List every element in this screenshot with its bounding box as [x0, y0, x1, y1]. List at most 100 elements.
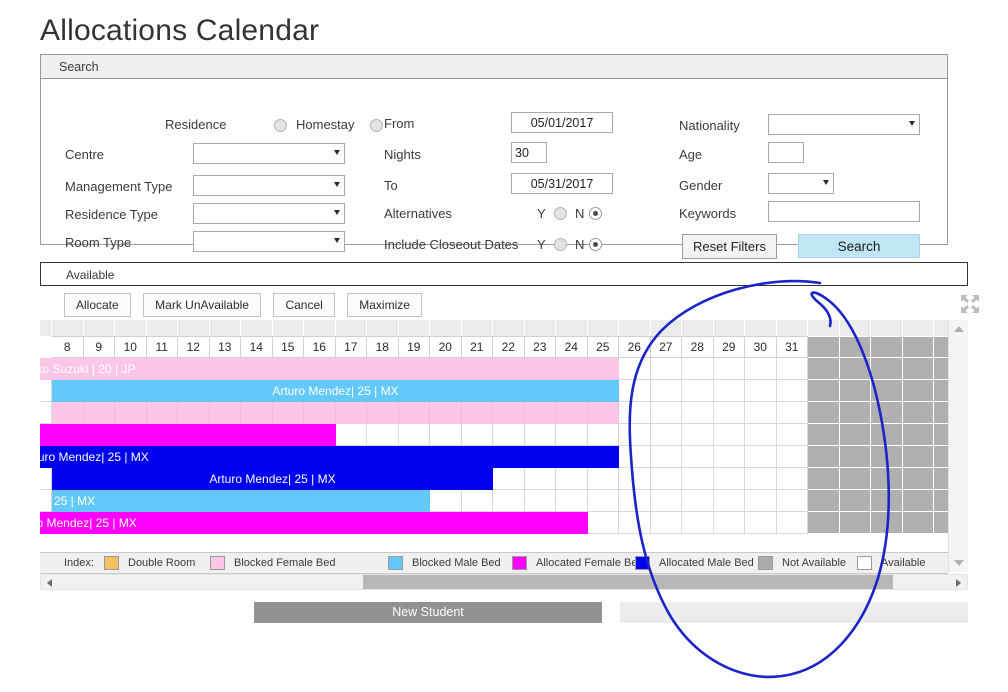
- calendar-cell[interactable]: [713, 402, 745, 424]
- calendar-blocked-segment[interactable]: [461, 402, 493, 424]
- calendar-day-header[interactable]: 21: [461, 336, 493, 358]
- calendar-cell[interactable]: [713, 424, 745, 446]
- calendar-cell[interactable]: [493, 490, 525, 512]
- calendar-cell[interactable]: [713, 468, 745, 490]
- calendar-cell[interactable]: [398, 424, 430, 446]
- calendar-cell[interactable]: [587, 468, 619, 490]
- calendar-day-header[interactable]: 18: [367, 336, 399, 358]
- to-date-input[interactable]: [511, 173, 613, 194]
- calendar-cell[interactable]: [682, 380, 714, 402]
- calendar-day-header[interactable]: 9: [83, 336, 115, 358]
- calendar-cell[interactable]: [587, 512, 619, 534]
- calendar-cell[interactable]: [556, 490, 588, 512]
- calendar-cell[interactable]: [713, 446, 745, 468]
- from-date-input[interactable]: [511, 112, 613, 133]
- alternatives-yes-radio[interactable]: [554, 207, 567, 220]
- allocate-button[interactable]: Allocate: [64, 293, 131, 317]
- room-type-select[interactable]: [193, 231, 345, 252]
- calendar-cell[interactable]: [745, 424, 777, 446]
- calendar-blocked-segment[interactable]: [335, 402, 367, 424]
- calendar-cell[interactable]: [776, 402, 808, 424]
- calendar-blocked-segment[interactable]: [493, 402, 525, 424]
- calendar-day-header[interactable]: 10: [115, 336, 147, 358]
- calendar-cell[interactable]: [682, 402, 714, 424]
- calendar-cell[interactable]: [556, 424, 588, 446]
- homestay-radio[interactable]: [370, 119, 383, 132]
- calendar-cell[interactable]: [335, 424, 367, 446]
- closeout-yes-radio[interactable]: [554, 238, 567, 251]
- calendar-blocked-segment[interactable]: [556, 402, 588, 424]
- calendar-cell[interactable]: [587, 490, 619, 512]
- calendar-cell[interactable]: [745, 402, 777, 424]
- allocation-bar[interactable]: turo Mendez| 25 | MX: [40, 512, 588, 534]
- allocation-bar[interactable]: Arturo Mendez| 25 | MX: [40, 446, 619, 468]
- calendar-cell[interactable]: [619, 358, 651, 380]
- calendar-cell[interactable]: [650, 380, 682, 402]
- allocation-bar[interactable]: X: [40, 424, 336, 446]
- calendar-blocked-segment[interactable]: [587, 402, 619, 424]
- calendar-day-header[interactable]: 23: [524, 336, 556, 358]
- calendar-cell[interactable]: [776, 358, 808, 380]
- calendar-cell[interactable]: [430, 424, 462, 446]
- calendar-blocked-segment[interactable]: [272, 402, 304, 424]
- calendar-cell[interactable]: [430, 490, 462, 512]
- calendar-blocked-segment[interactable]: [524, 402, 556, 424]
- management-type-select[interactable]: [193, 175, 345, 196]
- expand-arrows-icon[interactable]: [960, 294, 980, 314]
- calendar-cell[interactable]: [682, 490, 714, 512]
- keywords-input[interactable]: [768, 201, 920, 222]
- calendar-blocked-segment[interactable]: [83, 402, 115, 424]
- calendar-day-header[interactable]: 16: [304, 336, 336, 358]
- calendar-blocked-segment[interactable]: [115, 402, 147, 424]
- calendar-cell[interactable]: [650, 468, 682, 490]
- calendar-blocked-segments[interactable]: [52, 402, 619, 424]
- calendar-cell[interactable]: [650, 424, 682, 446]
- calendar-cell[interactable]: [493, 468, 525, 490]
- horizontal-scrollbar[interactable]: [40, 574, 968, 590]
- scroll-left-icon[interactable]: [47, 579, 52, 587]
- cancel-button[interactable]: Cancel: [273, 293, 335, 317]
- calendar-cell[interactable]: [650, 490, 682, 512]
- calendar-cell[interactable]: [713, 380, 745, 402]
- scroll-down-icon[interactable]: [954, 560, 964, 566]
- allocation-bar[interactable]: 25 | MX: [52, 490, 430, 512]
- calendar-day-header[interactable]: 29: [713, 336, 745, 358]
- mark-unavailable-button[interactable]: Mark UnAvailable: [143, 293, 261, 317]
- calendar-day-header[interactable]: 24: [556, 336, 588, 358]
- calendar-cell[interactable]: [745, 512, 777, 534]
- calendar-cell[interactable]: [776, 468, 808, 490]
- horizontal-scroll-thumb[interactable]: [363, 575, 893, 589]
- alternatives-no-radio[interactable]: [589, 207, 602, 220]
- calendar-cell[interactable]: [713, 358, 745, 380]
- calendar-cell[interactable]: [650, 358, 682, 380]
- calendar-cell[interactable]: [682, 446, 714, 468]
- calendar-cell[interactable]: [776, 424, 808, 446]
- calendar-cell[interactable]: [745, 468, 777, 490]
- calendar-cell[interactable]: [682, 468, 714, 490]
- search-button[interactable]: Search: [798, 234, 920, 258]
- allocation-bar[interactable]: Yuko Suzuki | 20 | JP: [40, 358, 619, 380]
- calendar-blocked-segment[interactable]: [146, 402, 178, 424]
- calendar-cell[interactable]: [524, 424, 556, 446]
- calendar-cell[interactable]: [776, 380, 808, 402]
- calendar-cell[interactable]: [367, 424, 399, 446]
- calendar-blocked-segment[interactable]: [367, 402, 399, 424]
- calendar-day-header[interactable]: 14: [241, 336, 273, 358]
- allocation-bar[interactable]: Arturo Mendez| 25 | MX: [52, 468, 493, 490]
- calendar-cell[interactable]: [619, 512, 651, 534]
- calendar-blocked-segment[interactable]: [209, 402, 241, 424]
- nationality-select[interactable]: [768, 114, 920, 135]
- calendar-day-header[interactable]: 19: [398, 336, 430, 358]
- age-input[interactable]: [768, 142, 804, 163]
- reset-filters-button[interactable]: Reset Filters: [682, 234, 777, 259]
- calendar-cell[interactable]: [619, 402, 651, 424]
- calendar-cell[interactable]: [461, 490, 493, 512]
- calendar-cell[interactable]: [524, 490, 556, 512]
- calendar-day-header[interactable]: 31: [776, 336, 808, 358]
- calendar-cell[interactable]: [40, 468, 52, 490]
- calendar-cell[interactable]: [682, 358, 714, 380]
- calendar-grid[interactable]: 8 9 10 11 12 13 14 15 16 17 18 19 20 21 22 23 24 25 26 27 28…: [40, 320, 948, 552]
- calendar-cell[interactable]: [524, 468, 556, 490]
- calendar-day-header[interactable]: 17: [335, 336, 367, 358]
- calendar-cell[interactable]: [556, 468, 588, 490]
